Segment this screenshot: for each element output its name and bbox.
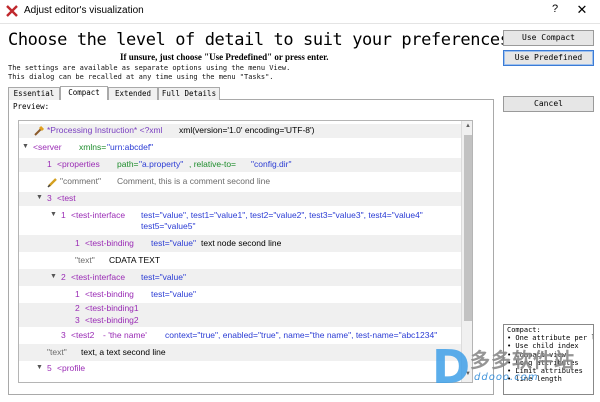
- attr-name: xmlns=: [79, 142, 107, 152]
- comment-text: Comment, this is a comment second line: [117, 176, 271, 186]
- attr-value: "a.property": [139, 159, 184, 169]
- legend-line: • Compact view: [507, 350, 567, 359]
- tree-row[interactable]: 3 <test2 - 'the name' context="true", en…: [19, 327, 461, 344]
- legend-title: Compact:: [507, 326, 541, 334]
- legend-line: • line length: [507, 375, 562, 384]
- text-label: "text": [75, 255, 95, 265]
- tab-extended[interactable]: Extended: [108, 87, 158, 100]
- tree-row[interactable]: ▼ 5 <profile: [19, 361, 461, 377]
- text-label: "text": [47, 347, 67, 357]
- preview-label: Preview:: [13, 102, 50, 111]
- chevron-down-icon[interactable]: ▼: [36, 194, 43, 201]
- tree-row[interactable]: ▼ 2 <test-interface test="value": [19, 269, 461, 286]
- attr-list: test="value", test1="value1", test2="val…: [141, 210, 423, 220]
- subtitle: If unsure, just choose "Use Predefined" …: [120, 52, 329, 62]
- tree-row[interactable]: "comment" Comment, this is a comment sec…: [19, 175, 461, 189]
- chevron-down-icon[interactable]: ▼: [50, 211, 57, 218]
- page-title: Choose the level of detail to suit your …: [8, 30, 510, 50]
- element-tag: <test-binding2: [85, 315, 139, 325]
- chevron-down-icon[interactable]: ▼: [22, 143, 29, 150]
- attr-value: "urn:abcdef": [107, 142, 154, 152]
- attr-list: context="true", enabled="true", name="th…: [165, 330, 438, 340]
- tab-compact[interactable]: Compact: [60, 86, 108, 100]
- text-node: text, a text second line: [81, 347, 166, 357]
- legend-line: • Long attributes: [507, 358, 579, 367]
- legend-line: • One attribute per l: [507, 334, 594, 343]
- child-index: 3: [61, 330, 66, 340]
- cancel-button[interactable]: Cancel: [503, 96, 594, 112]
- tree-row[interactable]: ▼ 3 <test: [19, 192, 461, 206]
- tree-row[interactable]: 1 <properties path= "a.property" , relat…: [19, 158, 461, 172]
- tree-row[interactable]: "text" text, a text second line: [19, 344, 461, 361]
- tab-full-details[interactable]: Full Details: [158, 87, 220, 100]
- vertical-scrollbar[interactable]: ▲ ▼: [461, 121, 472, 382]
- use-predefined-button[interactable]: Use Predefined: [503, 50, 594, 66]
- attr-name: path=: [117, 159, 139, 169]
- element-tag: <server: [33, 142, 62, 152]
- child-index: 5: [47, 363, 52, 373]
- processing-instruction-icon: [34, 125, 45, 136]
- tree-row[interactable]: *Processing Instruction* <?xml xml(versi…: [19, 124, 461, 138]
- tree-row[interactable]: ▼ 1 <test-interface test="value", test1=…: [19, 209, 461, 235]
- info-line-1: The settings are available as separate o…: [8, 64, 291, 72]
- element-tag: <test-interface: [71, 272, 126, 282]
- chevron-down-icon[interactable]: ▼: [36, 364, 43, 371]
- attr-list: test5="value5": [141, 221, 196, 231]
- element-tag: <test-binding: [85, 289, 134, 299]
- element-tag: <test-binding: [85, 238, 134, 248]
- comment-icon: [47, 178, 57, 188]
- child-index: 1: [61, 210, 66, 220]
- title-bar: Adjust editor's visualization ? ✕: [0, 0, 600, 24]
- cdata-text: CDATA TEXT: [109, 255, 161, 265]
- preview-tree: *Processing Instruction* <?xml xml(versi…: [18, 120, 473, 383]
- element-tag: <profile: [57, 363, 86, 373]
- legend-line: • Use child index: [507, 342, 579, 351]
- child-index: 2: [75, 303, 80, 313]
- element-tag: <test-interface: [71, 210, 126, 220]
- info-line-2: This dialog can be recalled at any time …: [8, 73, 274, 81]
- tree-row[interactable]: 2 <test-binding1: [19, 303, 461, 315]
- chevron-down-icon[interactable]: ▼: [50, 273, 57, 280]
- tree-row[interactable]: 3 <test-binding2: [19, 315, 461, 327]
- tree-row[interactable]: 1 <test-binding test="value" text node s…: [19, 235, 461, 252]
- element-tag: <test-binding1: [85, 303, 139, 313]
- text-node: text node second line: [201, 238, 282, 248]
- use-compact-button[interactable]: Use Compact: [503, 30, 594, 46]
- element-tag: <test2: [71, 330, 95, 340]
- attr-value: "config.dir": [251, 159, 292, 169]
- window-title: Adjust editor's visualization: [24, 5, 144, 16]
- child-index: 3: [47, 193, 52, 203]
- attr-name: , relative-to=: [189, 159, 237, 169]
- tree-row[interactable]: 1 <test-binding test="value": [19, 286, 461, 303]
- legend-line: • Limit attributes: [507, 367, 583, 376]
- child-index: 2: [61, 272, 66, 282]
- help-button[interactable]: ?: [548, 3, 562, 15]
- child-index: 1: [75, 289, 80, 299]
- tree-row[interactable]: "text" CDATA TEXT: [19, 252, 461, 269]
- close-button[interactable]: ✕: [574, 2, 590, 18]
- pi-label: *Processing Instruction* <?xml: [47, 125, 163, 135]
- child-index: 1: [75, 238, 80, 248]
- element-name: - 'the name': [103, 330, 147, 340]
- element-tag: <test: [57, 193, 76, 203]
- comment-label: "comment": [60, 176, 101, 186]
- scroll-thumb[interactable]: [464, 135, 472, 321]
- attr-value: test="value": [151, 289, 197, 299]
- scroll-up-icon[interactable]: ▲: [462, 123, 472, 129]
- tree-row[interactable]: ▼ <server xmlns= "urn:abcdef": [19, 141, 461, 155]
- app-icon: [6, 5, 18, 17]
- attr-value: test="value": [141, 272, 187, 282]
- element-tag: <properties: [57, 159, 100, 169]
- scroll-down-icon[interactable]: ▼: [462, 371, 472, 377]
- pi-content: xml(version='1.0' encoding='UTF-8'): [179, 125, 315, 135]
- tab-essential[interactable]: Essential: [8, 87, 60, 100]
- child-index: 3: [75, 315, 80, 325]
- compact-legend: Compact: • One attribute per l • Use chi…: [503, 324, 594, 395]
- child-index: 1: [47, 159, 52, 169]
- attr-value: test="value": [151, 238, 197, 248]
